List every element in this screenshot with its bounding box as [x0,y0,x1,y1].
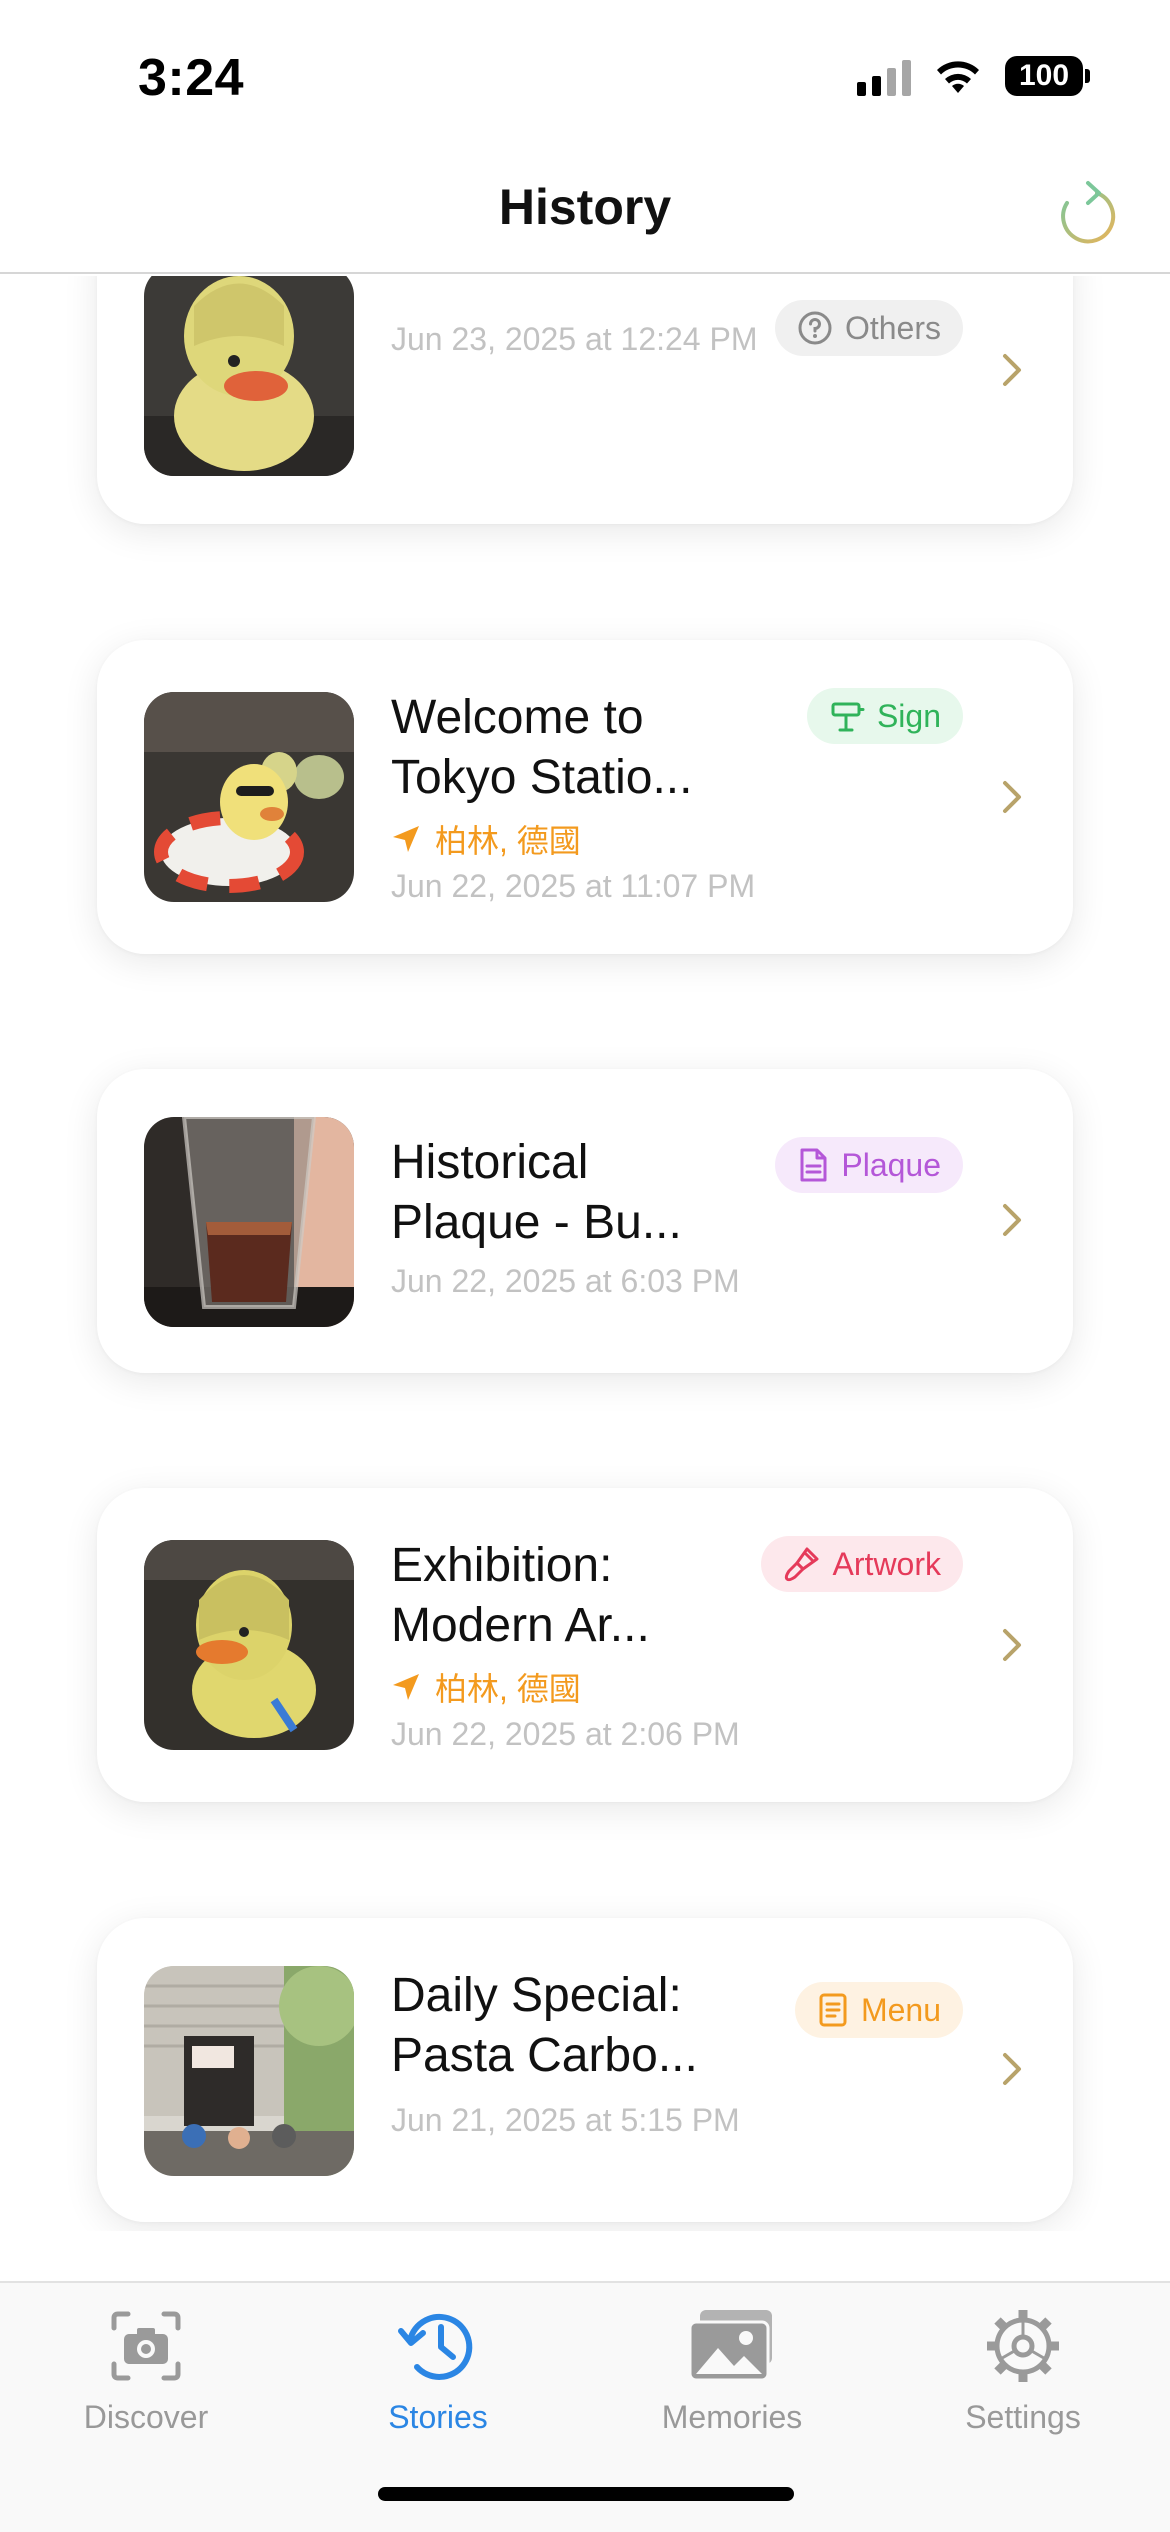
story-title: Historical Plaque - Bu... [391,1136,682,1249]
story-title: Welcome to Tokyo Statio... [391,691,693,804]
story-thumbnail [144,276,354,476]
category-label: Plaque [841,1146,941,1183]
battery-level: 100 [1005,56,1083,96]
story-card[interactable]: Welcome to Tokyo Statio... Sign 柏林, 德國 J… [97,640,1073,954]
home-indicator[interactable] [378,2487,794,2501]
stories-list[interactable]: Others Jun 23, 2025 at 12:24 PM Welcome … [0,276,1170,2231]
story-card[interactable]: Daily Special: Pasta Carbo... Menu Jun 2… [97,1918,1073,2222]
story-thumbnail [144,692,354,902]
signpost-icon [831,702,865,732]
chevron-right-icon [1003,781,1021,813]
status-bar: 3:24 100 [0,0,1170,150]
story-date: Jun 22, 2025 at 2:06 PM [391,1716,740,1752]
story-title: Exhibition: Modern Ar... [391,1539,650,1652]
tab-label: Stories [388,2399,488,2435]
chevron-right-icon [1003,354,1021,386]
location-arrow-icon [393,826,419,852]
tab-label: Settings [965,2399,1081,2435]
cellular-signal-icon [857,56,911,96]
story-card[interactable]: Historical Plaque - Bu... Plaque Jun 22,… [97,1069,1073,1373]
story-location: 柏林, 德國 [391,1664,581,1710]
story-thumbnail [144,1540,354,1750]
story-title: Daily Special: Pasta Carbo... [391,1969,698,2082]
category-badge: Others [774,300,963,356]
tab-label: Discover [83,2399,209,2435]
status-time: 3:24 [138,49,245,107]
refresh-icon [1061,181,1116,244]
location-label: 柏林, 德國 [435,1671,581,1707]
category-badge: Menu [794,1982,963,2038]
story-date: Jun 23, 2025 at 12:24 PM [391,321,758,357]
wifi-icon [933,57,983,95]
story-card[interactable]: Others Jun 23, 2025 at 12:24 PM [97,276,1073,524]
story-date: Jun 21, 2025 at 5:15 PM [391,2102,740,2138]
category-label: Sign [876,697,941,734]
category-badge: Sign [806,688,963,744]
photo-stack-icon [688,2310,772,2382]
camera-viewfinder-icon [111,2311,181,2381]
story-thumbnail [144,1966,354,2176]
story-card[interactable]: Exhibition: Modern Ar... Artwork 柏林, 德國 … [97,1488,1073,1802]
tab-memories[interactable]: Memories [617,2301,847,2436]
category-label: Others [844,309,941,346]
navigation-bar: History [0,150,1170,274]
category-label: Menu [860,1991,941,2028]
battery-icon: 100 [1005,56,1090,96]
question-circle-icon [798,311,832,345]
chevron-right-icon [1003,1204,1021,1236]
gear-icon [987,2310,1059,2382]
clock-history-icon [398,2313,473,2380]
location-arrow-icon [393,1674,419,1700]
tab-discover[interactable]: Discover [31,2301,261,2436]
document-icon [800,1148,827,1182]
tab-label: Memories [661,2399,803,2435]
category-badge: Plaque [775,1137,963,1193]
category-badge: Artwork [760,1536,963,1592]
tab-stories[interactable]: Stories [323,2301,553,2436]
story-location: 柏林, 德國 [391,816,581,862]
paintbrush-icon [784,1547,819,1582]
story-date: Jun 22, 2025 at 6:03 PM [391,1263,740,1299]
chevron-right-icon [1003,1629,1021,1661]
story-thumbnail [144,1117,354,1327]
menu-list-icon [819,1993,847,2027]
chevron-right-icon [1003,2053,1021,2085]
location-label: 柏林, 德國 [435,823,581,859]
page-title: History [498,179,672,235]
story-date: Jun 22, 2025 at 11:07 PM [391,868,756,904]
status-icons: 100 [857,56,1090,96]
category-label: Artwork [832,1545,941,1582]
tab-settings[interactable]: Settings [908,2301,1138,2436]
refresh-button[interactable] [1046,172,1130,256]
